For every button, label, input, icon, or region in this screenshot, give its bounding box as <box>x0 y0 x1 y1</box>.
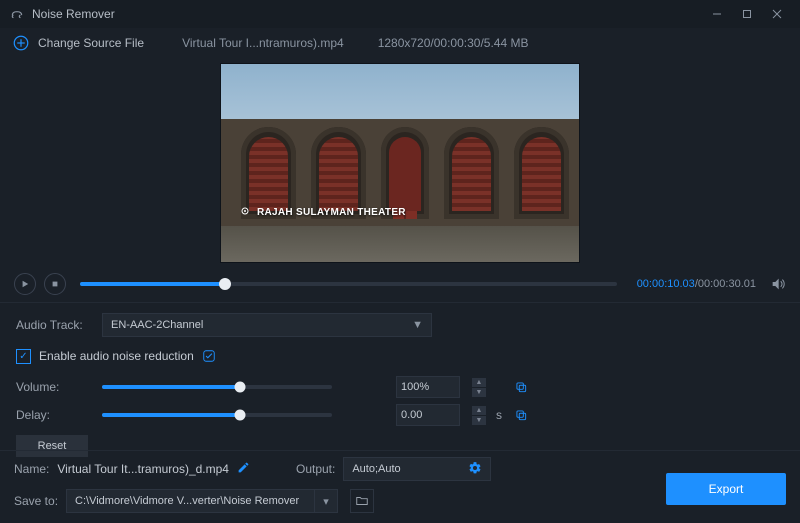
seek-slider[interactable] <box>80 282 617 286</box>
location-overlay: RAJAH SULAYMAN THEATER <box>239 205 406 220</box>
change-source-link[interactable]: Change Source File <box>38 36 144 50</box>
volume-label: Volume: <box>16 380 92 394</box>
output-select[interactable]: Auto;Auto <box>343 457 491 481</box>
volume-icon[interactable] <box>770 276 786 292</box>
gear-icon[interactable] <box>468 461 482 478</box>
name-label: Name: <box>14 462 49 476</box>
audio-track-select[interactable]: EN-AAC-2Channel ▼ <box>102 313 432 337</box>
edit-name-icon[interactable] <box>237 461 250 477</box>
add-file-icon[interactable] <box>12 34 30 52</box>
app-logo-icon <box>10 7 24 21</box>
save-to-label: Save to: <box>14 494 58 508</box>
footer: Name: Virtual Tour It...tramuros)_d.mp4 … <box>0 450 800 523</box>
output-label: Output: <box>296 462 335 476</box>
stop-button[interactable] <box>44 273 66 295</box>
source-filename: Virtual Tour I...ntramuros).mp4 <box>182 36 344 50</box>
delay-unit: s <box>496 408 504 422</box>
volume-step-down[interactable]: ▼ <box>472 388 486 397</box>
audio-track-value: EN-AAC-2Channel <box>111 319 203 331</box>
location-text: RAJAH SULAYMAN THEATER <box>257 207 406 218</box>
delay-input[interactable]: 0.00 <box>396 404 460 426</box>
video-frame[interactable]: RAJAH SULAYMAN THEATER <box>221 64 579 262</box>
current-time: 00:00:10.03 <box>637 278 695 290</box>
playback-controls: 00:00:10.03/00:00:30.01 <box>0 268 800 300</box>
video-preview: RAJAH SULAYMAN THEATER <box>0 58 800 268</box>
source-bar: Change Source File Virtual Tour I...ntra… <box>0 28 800 58</box>
chevron-down-icon: ▼ <box>412 319 423 331</box>
save-path-select[interactable]: C:\Vidmore\Vidmore V...verter\Noise Remo… <box>66 489 338 513</box>
chevron-down-icon[interactable]: ▾ <box>314 490 337 512</box>
timecode: 00:00:10.03/00:00:30.01 <box>637 278 756 290</box>
noise-reduction-label: Enable audio noise reduction <box>39 349 194 363</box>
source-meta: 1280x720/00:00:30/5.44 MB <box>378 36 529 50</box>
delay-copy-icon[interactable] <box>514 408 528 422</box>
output-name: Virtual Tour It...tramuros)_d.mp4 <box>57 462 229 476</box>
delay-step-down[interactable]: ▼ <box>472 416 486 425</box>
open-folder-button[interactable] <box>350 489 374 513</box>
audio-settings: Audio Track: EN-AAC-2Channel ▼ ✓ Enable … <box>0 309 800 457</box>
minimize-button[interactable] <box>702 0 732 28</box>
close-button[interactable] <box>762 0 792 28</box>
volume-slider[interactable] <box>102 385 332 389</box>
app-title: Noise Remover <box>32 7 115 21</box>
export-button[interactable]: Export <box>666 473 786 505</box>
volume-input[interactable]: 100% <box>396 376 460 398</box>
noise-reduction-icon[interactable] <box>202 349 216 363</box>
volume-copy-icon[interactable] <box>514 380 528 394</box>
total-time: 00:00:30.01 <box>698 278 756 290</box>
delay-slider[interactable] <box>102 413 332 417</box>
delay-step-up[interactable]: ▲ <box>472 406 486 415</box>
noise-reduction-checkbox[interactable]: ✓ <box>16 349 31 364</box>
audio-track-label: Audio Track: <box>16 318 92 332</box>
play-button[interactable] <box>14 273 36 295</box>
location-pin-icon <box>239 205 251 220</box>
maximize-button[interactable] <box>732 0 762 28</box>
volume-step-up[interactable]: ▲ <box>472 378 486 387</box>
titlebar: Noise Remover <box>0 0 800 28</box>
delay-label: Delay: <box>16 408 92 422</box>
